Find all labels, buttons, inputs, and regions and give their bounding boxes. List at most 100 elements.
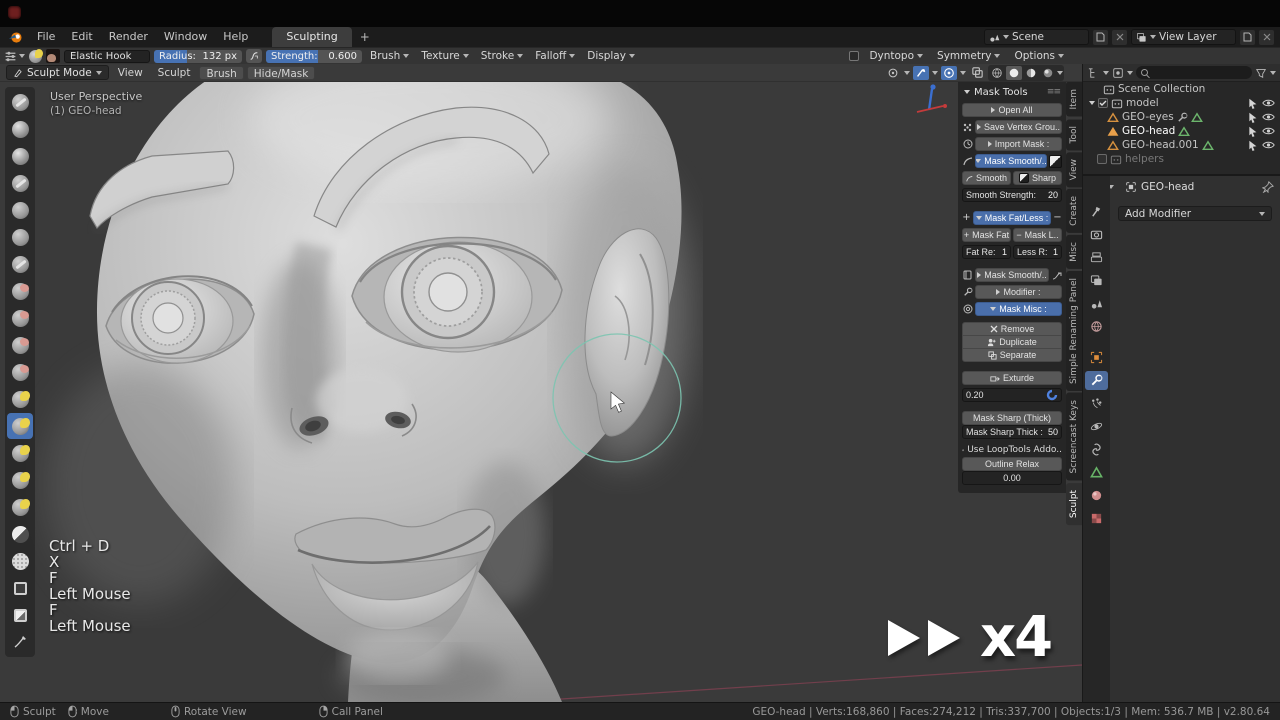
tool-pinch[interactable]	[7, 359, 33, 385]
add-icon[interactable]: +	[962, 211, 971, 225]
tool-pose[interactable]	[7, 467, 33, 493]
solid-shading-button[interactable]	[1006, 65, 1022, 80]
tool-box-hide[interactable]	[7, 575, 33, 601]
menu-sculpt[interactable]: Sculpt	[152, 64, 197, 82]
mode-selector[interactable]: Sculpt Mode	[6, 65, 109, 80]
radius-pressure-toggle[interactable]	[246, 49, 262, 63]
dyntopo-checkbox[interactable]	[849, 51, 860, 61]
selectable-icon[interactable]	[1247, 126, 1258, 137]
menu-window[interactable]: Window	[156, 27, 215, 47]
smooth-strength-field[interactable]: Smooth Strength: 20	[962, 188, 1062, 202]
exturde-button[interactable]: Exturde	[962, 371, 1062, 385]
save-vertex-groups-button[interactable]: Save Vertex Grou..	[975, 120, 1062, 134]
menu-brush[interactable]: Brush	[199, 65, 244, 80]
tab-particles[interactable]	[1085, 394, 1108, 413]
panel-grip-icon[interactable]: ≡≡	[1047, 87, 1061, 97]
filter-icon[interactable]	[1255, 67, 1267, 79]
tool-inflate[interactable]	[7, 197, 33, 223]
tool-flatten[interactable]	[7, 305, 33, 331]
editor-type-icon[interactable]	[1087, 67, 1100, 79]
remove-icon[interactable]: −	[1053, 211, 1062, 225]
outliner-row-model[interactable]: model	[1083, 96, 1280, 110]
strength-slider[interactable]: Strength: 0.600	[266, 49, 362, 63]
falloff-dropdown[interactable]: Falloff	[531, 50, 579, 62]
remove-button[interactable]: Remove	[962, 322, 1062, 336]
tab-output[interactable]	[1085, 248, 1108, 267]
collection-checkbox-unchecked[interactable]	[1097, 154, 1107, 164]
wireframe-shading-button[interactable]	[989, 66, 1005, 80]
modifier-panel-button[interactable]: Modifier :	[975, 285, 1062, 299]
tab-constraints[interactable]	[1085, 440, 1108, 459]
expand-icon[interactable]	[1089, 101, 1095, 105]
mask-misc-toggle[interactable]: Mask Misc :	[975, 302, 1062, 316]
visibility-eye-icon[interactable]	[1262, 126, 1275, 136]
mask-fat-button[interactable]: + Mask Fat	[962, 228, 1011, 242]
selectable-icon[interactable]	[1247, 112, 1258, 123]
tab-material[interactable]	[1085, 486, 1108, 505]
tab-modifiers-active[interactable]	[1085, 371, 1108, 390]
less-repeat-field[interactable]: Less R: 1	[1013, 245, 1062, 259]
tool-annotate[interactable]	[7, 629, 33, 655]
dyntopo-dropdown[interactable]: Dyntopo	[865, 50, 927, 62]
mask-fat-less-toggle[interactable]: Mask Fat/Less :	[973, 211, 1051, 225]
tool-mask[interactable]	[7, 521, 33, 547]
visibility-eye-icon[interactable]	[1262, 112, 1275, 122]
tab-misc[interactable]: Misc	[1066, 235, 1082, 270]
radius-slider[interactable]: Radius: 132 px	[154, 49, 242, 63]
menu-edit[interactable]: Edit	[63, 27, 100, 47]
remove-view-layer-button[interactable]	[1259, 29, 1274, 45]
outliner-row-helpers[interactable]: helpers	[1083, 152, 1280, 166]
menu-file[interactable]: File	[29, 27, 63, 47]
mask-smooth-panel-button[interactable]: Mask Smooth/..	[975, 268, 1049, 282]
tab-view-layer[interactable]	[1085, 271, 1108, 290]
tab-tool[interactable]: Tool	[1066, 118, 1082, 150]
sculpt-scene[interactable]	[0, 64, 1082, 702]
contrast-icon-button[interactable]	[1049, 154, 1062, 168]
tab-object[interactable]	[1085, 348, 1108, 367]
corner-pressure-icon[interactable]	[1051, 270, 1062, 280]
tool-layer[interactable]	[7, 170, 33, 196]
outliner-row-scene-collection[interactable]: Scene Collection	[1083, 82, 1280, 96]
mask-sharp-thick-field[interactable]: Mask Sharp Thick :50	[962, 425, 1062, 439]
tool-scrape[interactable]	[7, 332, 33, 358]
tab-texture[interactable]	[1085, 509, 1108, 528]
visibility-eye-icon[interactable]	[1262, 98, 1275, 108]
brush-dropdown[interactable]: Brush	[366, 50, 413, 62]
tool-grab[interactable]	[7, 386, 33, 412]
pin-icon[interactable]	[1262, 181, 1274, 193]
menu-hide-mask[interactable]: Hide/Mask	[246, 65, 316, 80]
tab-item[interactable]: Item	[1066, 82, 1082, 117]
tab-object-data[interactable]	[1085, 463, 1108, 482]
outline-relax-field[interactable]: 0.00	[962, 471, 1062, 485]
add-workspace-button[interactable]: +	[352, 30, 378, 44]
close-scene-button[interactable]	[1112, 29, 1127, 45]
selectable-icon[interactable]	[1247, 98, 1258, 109]
collection-checkbox-checked[interactable]	[1098, 98, 1108, 108]
3d-viewport[interactable]: Sculpt Mode View Sculpt Brush Hide/Mask	[0, 64, 1082, 702]
sharp-button[interactable]: Sharp	[1013, 171, 1062, 185]
mask-less-button[interactable]: − Mask L..	[1013, 228, 1062, 242]
brush-falloff-preview-icon[interactable]	[29, 48, 43, 63]
tab-create[interactable]: Create	[1066, 189, 1082, 234]
selectable-icon[interactable]	[1247, 140, 1258, 151]
pivot-point-button[interactable]	[885, 66, 901, 80]
add-modifier-dropdown[interactable]: Add Modifier	[1118, 206, 1272, 221]
rendered-shading-button[interactable]	[1040, 66, 1056, 80]
fat-repeat-field[interactable]: Fat Re: 1	[962, 245, 1011, 259]
separate-button[interactable]: Separate	[962, 348, 1062, 362]
stroke-dropdown[interactable]: Stroke	[477, 50, 527, 62]
scene-selector[interactable]: Scene	[984, 29, 1089, 45]
outliner-row-geo-head-001[interactable]: GEO-head.001	[1083, 138, 1280, 152]
tab-view[interactable]: View	[1066, 151, 1082, 188]
new-scene-button[interactable]	[1093, 29, 1108, 45]
tool-crease[interactable]	[7, 251, 33, 277]
outliner-search-input[interactable]	[1136, 66, 1252, 79]
brush-thumbnail[interactable]	[46, 49, 60, 63]
tab-sculpt[interactable]: Sculpt	[1066, 482, 1082, 525]
symmetry-dropdown[interactable]: Symmetry	[933, 50, 1004, 62]
tab-screencast-keys[interactable]: Screencast Keys	[1066, 393, 1082, 481]
tool-simplify[interactable]	[7, 548, 33, 574]
visibility-eye-icon[interactable]	[1262, 140, 1275, 150]
options-dropdown[interactable]: Options	[1010, 50, 1068, 62]
menu-render[interactable]: Render	[101, 27, 156, 47]
